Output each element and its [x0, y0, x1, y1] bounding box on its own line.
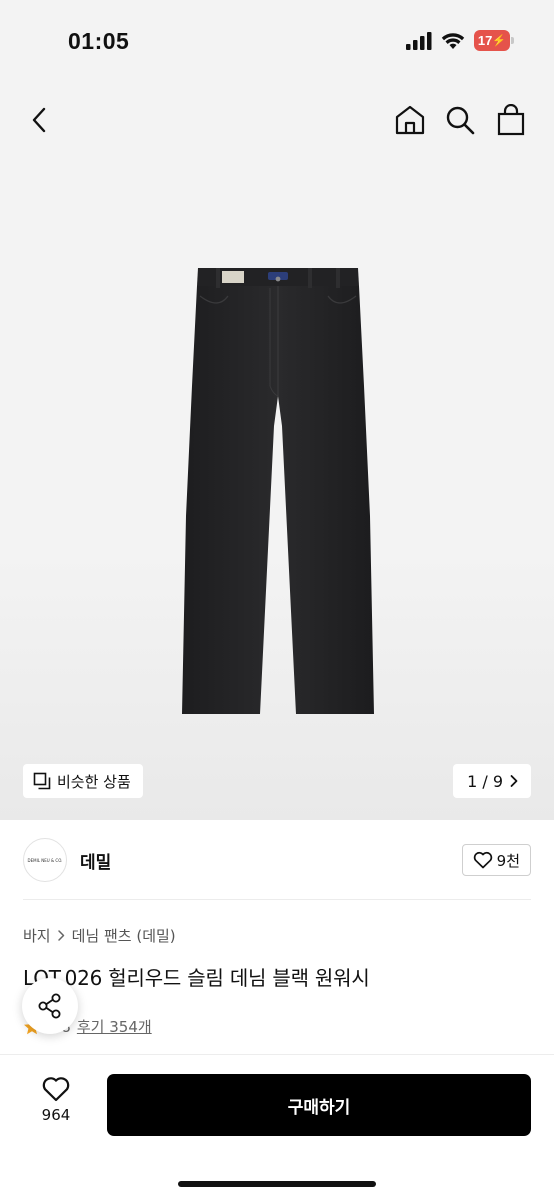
- home-indicator: [178, 1181, 376, 1187]
- share-icon: [38, 993, 61, 1019]
- breadcrumb: 바지 데님 팬츠 (데밀): [23, 925, 176, 946]
- battery-level: 17: [477, 33, 493, 48]
- page-indicator-text: 1 / 9: [467, 771, 503, 791]
- divider: [23, 899, 531, 900]
- image-page-indicator[interactable]: 1 / 9: [453, 764, 531, 798]
- chevron-right-icon: [510, 775, 518, 787]
- top-nav: [0, 80, 554, 160]
- brand-logo-text: DEMIL NEU & CO.: [27, 857, 63, 863]
- chevron-right-icon: [57, 930, 64, 941]
- heart-icon: [42, 1077, 70, 1102]
- heart-icon: [473, 851, 492, 869]
- cart-button[interactable]: [491, 100, 531, 140]
- search-icon: [446, 106, 475, 135]
- brand-row: DEMIL NEU & CO. 데밀 9천: [0, 820, 554, 900]
- status-bar: 01:05 17 ⚡: [0, 0, 554, 80]
- brand-logo[interactable]: DEMIL NEU & CO.: [23, 838, 67, 882]
- similar-items-icon: [33, 772, 51, 790]
- shopping-bag-icon: [497, 104, 525, 136]
- similar-products-label: 비슷한 상품: [57, 772, 131, 791]
- signal-icon: [406, 31, 432, 50]
- brand-like-count: 9천: [496, 851, 520, 870]
- buy-button[interactable]: 구매하기: [107, 1074, 531, 1136]
- share-button[interactable]: [22, 978, 78, 1034]
- back-arrow-icon: [32, 107, 46, 133]
- wifi-icon: [441, 32, 465, 49]
- similar-products-button[interactable]: 비슷한 상품: [23, 764, 143, 798]
- status-time: 01:05: [68, 28, 130, 54]
- breadcrumb-category[interactable]: 바지: [23, 925, 51, 946]
- search-button[interactable]: [440, 100, 480, 140]
- back-button[interactable]: [20, 100, 60, 140]
- home-icon: [395, 105, 425, 135]
- wishlist-button[interactable]: 964: [28, 1075, 84, 1124]
- brand-name[interactable]: 데밀: [80, 848, 111, 873]
- reviews-link[interactable]: 후기 354개: [77, 1016, 152, 1037]
- product-title: LOT.026 헐리우드 슬림 데님 블랙 원워시: [23, 966, 370, 990]
- product-image-carousel[interactable]: 비슷한 상품 1 / 9: [0, 160, 554, 820]
- brand-like-button[interactable]: 9천: [461, 844, 531, 876]
- battery-icon: 17 ⚡: [474, 30, 514, 51]
- bottom-action-bar: 964 구매하기: [0, 1054, 554, 1200]
- status-icons: 17 ⚡: [406, 30, 514, 51]
- home-button[interactable]: [390, 100, 430, 140]
- breadcrumb-subcategory[interactable]: 데님 팬츠 (데밀): [72, 925, 176, 946]
- product-image: [182, 268, 374, 714]
- wishlist-count: 964: [41, 1106, 71, 1124]
